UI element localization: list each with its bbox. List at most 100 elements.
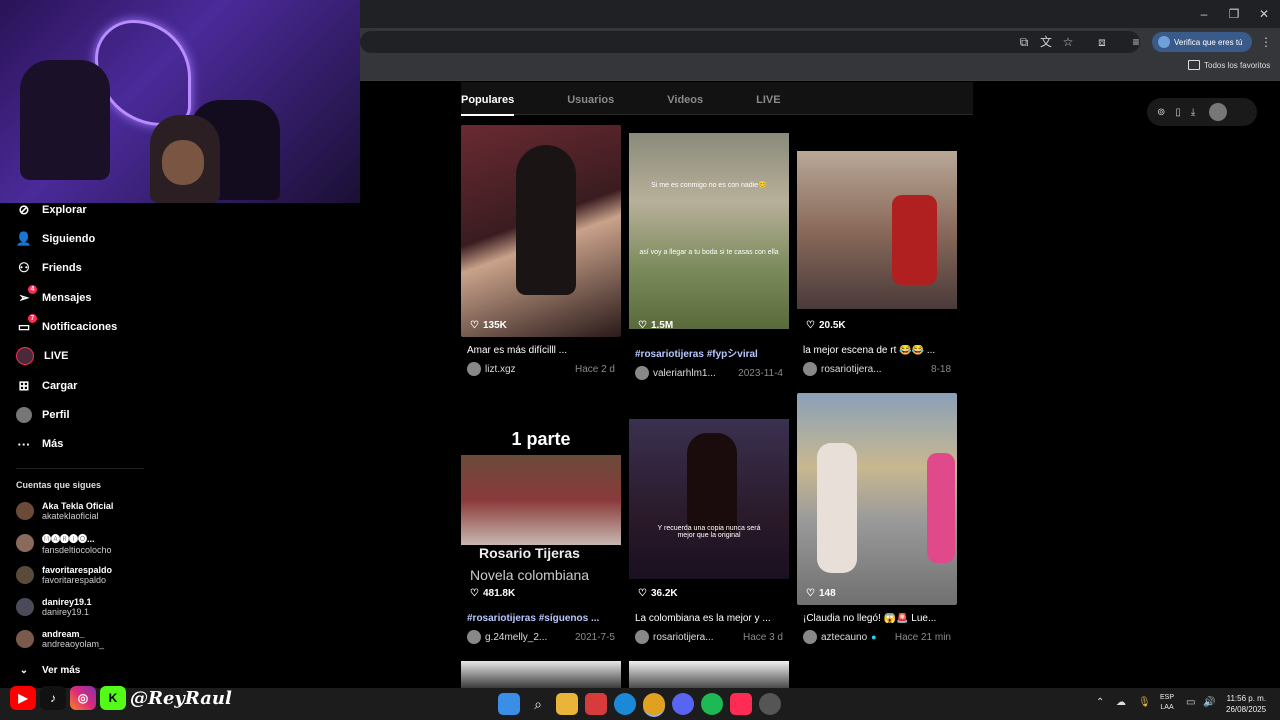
video-card[interactable]: Y recuerda una copia nunca será mejor qu… <box>629 393 789 644</box>
app-icon[interactable] <box>585 693 607 715</box>
video-caption[interactable]: la mejor escena de rt 😂😂 ... <box>797 345 957 356</box>
video-caption[interactable]: Amar es más difícilll ... <box>461 345 621 356</box>
streamer-handle: @ReyRaul <box>130 687 232 709</box>
thumbnail-image <box>461 455 621 545</box>
video-card[interactable]: ♡ 135K Amar es más difícilll ... lizt.xgz… <box>461 125 621 376</box>
system-clock[interactable]: 11:56 p. m. 26/08/2025 <box>1226 693 1266 715</box>
sidebar-item-live[interactable]: LIVE <box>16 344 68 368</box>
account-name: favoritarespaldo <box>42 565 113 575</box>
sidebar-item-friends[interactable]: ⚇ Friends <box>16 256 82 280</box>
thumbnail-figure <box>687 433 737 533</box>
video-caption[interactable]: #rosariotijeras #fypシviral <box>629 345 789 360</box>
video-card[interactable]: ♡ 20.5K la mejor escena de rt 😂😂 ... rosa… <box>797 125 957 376</box>
account-name: danirey19.1 <box>42 597 92 607</box>
device-icon[interactable]: ▯ <box>1175 107 1181 118</box>
account-item[interactable]: Aka Tekla Oficial akateklaoficial <box>16 497 113 525</box>
sidebar-item-mensajes[interactable]: ➢ 4 Mensajes <box>16 285 92 310</box>
account-handle: akateklaoficial <box>42 511 99 521</box>
menu-icon[interactable]: ⋮ <box>1258 34 1274 50</box>
microphone-icon[interactable]: 🎙 <box>1138 697 1151 708</box>
chrome-icon[interactable] <box>643 693 665 717</box>
discord-icon[interactable] <box>672 693 694 715</box>
sidebar-item-notificaciones[interactable]: ▭ 7 Notificaciones <box>16 314 118 339</box>
coin-icon[interactable]: ⊚ <box>1157 107 1165 118</box>
video-thumbnail[interactable]: 1 parte Rosario Tijeras Novela colombian… <box>461 393 621 605</box>
chevron-up-icon[interactable]: ⌃ <box>1096 697 1104 708</box>
video-author[interactable]: rosariotijera... <box>653 632 714 643</box>
account-item[interactable]: favoritarespaldo favoritarespaldo <box>16 561 112 589</box>
video-thumbnail[interactable]: ♡ 135K <box>461 125 621 337</box>
like-count: ♡ 1.5M <box>638 320 673 331</box>
translate-icon[interactable]: 文 <box>1038 34 1054 50</box>
tab-videos[interactable]: Videos <box>667 82 703 114</box>
download-icon[interactable]: ⤓ <box>1191 107 1195 118</box>
video-thumbnail[interactable] <box>629 661 789 688</box>
tiktok-app-icon[interactable] <box>730 693 752 715</box>
video-author[interactable]: valeriarhlm1... <box>653 368 716 379</box>
account-item[interactable]: danirey19.1 danirey19.1 <box>16 593 92 621</box>
spotify-icon[interactable] <box>701 693 723 715</box>
video-author[interactable]: rosariotijera... <box>821 364 882 375</box>
account-item[interactable]: 🅜🅐🅡🅘🅞... fansdeltiocolocho <box>16 529 112 557</box>
instagram-icon: ◎ <box>70 686 96 710</box>
video-card[interactable]: 1 parte Rosario Tijeras Novela colombian… <box>461 393 621 644</box>
video-thumbnail[interactable]: ♡ 20.5K <box>797 125 957 337</box>
verify-label: Verifica que eres tú <box>1174 37 1243 47</box>
video-thumbnail[interactable]: ♡ 148 <box>797 393 957 605</box>
heart-icon: ♡ <box>806 588 815 599</box>
account-item[interactable]: andream_ andreaoyolam_ <box>16 625 104 653</box>
tab-live[interactable]: LIVE <box>756 82 780 114</box>
video-caption[interactable]: ¡Claudia no llegó! 😱🚨 Lue... <box>797 613 957 624</box>
likes-value: 1.5M <box>650 320 674 331</box>
video-author[interactable]: lizt.xgz <box>485 364 516 375</box>
minimize-icon[interactable]: – <box>1196 6 1212 22</box>
video-author[interactable]: g.24melly_2... <box>485 632 547 643</box>
video-caption[interactable]: #rosariotijeras #síguenos ... <box>461 613 621 624</box>
tab-populares[interactable]: Populares <box>461 82 515 116</box>
file-explorer-icon[interactable] <box>556 693 578 715</box>
sidebar-item-perfil[interactable]: Perfil <box>16 403 70 427</box>
profile-icon <box>16 407 32 423</box>
star-icon[interactable]: ☆ <box>1060 34 1076 50</box>
sidebar-item-mas[interactable]: ··· Más <box>16 432 64 456</box>
video-date: 8-18 <box>930 363 951 375</box>
avatar <box>467 362 481 376</box>
volume-icon[interactable]: 🔊 <box>1203 697 1215 708</box>
cloud-icon[interactable]: ☁ <box>1116 697 1126 708</box>
avatar <box>803 630 817 644</box>
sidebar-item-explorar[interactable]: ⊘ Explorar <box>16 198 87 222</box>
search-icon[interactable]: ⌕ <box>527 693 549 715</box>
avatar[interactable] <box>1209 103 1228 121</box>
all-favorites-button[interactable]: Todos los favoritos <box>1188 60 1270 70</box>
video-card[interactable]: ♡ 148 ¡Claudia no llegó! 😱🚨 Lue... azteca… <box>797 393 957 644</box>
compass-icon: ⊘ <box>18 202 30 217</box>
video-author[interactable]: aztecauno <box>821 632 867 643</box>
media-icon[interactable]: ≡ <box>1128 34 1144 50</box>
sidebar-item-cargar[interactable]: ⊞ Cargar <box>16 374 78 398</box>
edge-icon[interactable] <box>614 693 636 715</box>
avatar <box>16 630 34 648</box>
verify-button[interactable]: Verifica que eres tú <box>1152 32 1252 52</box>
thumbnail-figure <box>817 443 857 573</box>
video-card[interactable]: Si me es conmigo no es con nadie😊 así vo… <box>629 125 789 380</box>
cast-icon[interactable]: ⧉ <box>1016 34 1032 50</box>
start-icon[interactable] <box>498 693 520 715</box>
tab-usuarios[interactable]: Usuarios <box>567 82 614 114</box>
sidebar-item-siguiendo[interactable]: 👤 Siguiendo <box>16 227 95 251</box>
notifications-badge: 7 <box>28 314 37 323</box>
video-thumbnail[interactable] <box>461 661 621 688</box>
video-caption[interactable]: La colombiana es la mejor y ... <box>629 613 789 624</box>
maximize-icon[interactable]: ❐ <box>1226 6 1242 22</box>
obs-icon[interactable] <box>759 693 781 715</box>
likes-value: 135K <box>482 320 507 331</box>
video-thumbnail[interactable]: Y recuerda una copia nunca será mejor qu… <box>629 393 789 605</box>
sidebar-item-label: Notificaciones <box>42 321 118 333</box>
account-name: Aka Tekla Oficial <box>42 501 114 511</box>
network-icon[interactable]: ▭ <box>1186 697 1195 708</box>
thumbnail-figure <box>516 145 576 295</box>
video-thumbnail[interactable]: Si me es conmigo no es con nadie😊 así vo… <box>629 125 789 337</box>
language-indicator[interactable]: ESP LAA <box>1160 693 1174 713</box>
extensions-icon[interactable]: ⧈ <box>1094 34 1110 50</box>
see-more-button[interactable]: ⌄ Ver más <box>16 658 81 682</box>
close-icon[interactable]: ✕ <box>1256 6 1272 22</box>
